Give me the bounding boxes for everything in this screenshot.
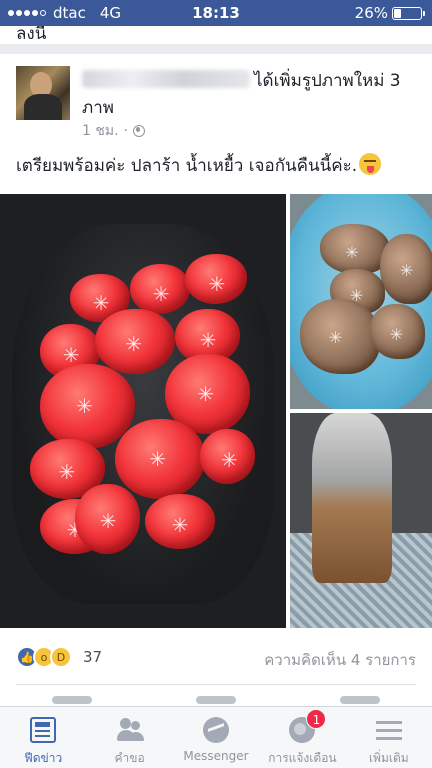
author-avatar[interactable] bbox=[16, 66, 70, 120]
tab-messenger-label: Messenger bbox=[183, 749, 249, 763]
comment-count[interactable]: ความคิดเห็น 4 รายการ bbox=[264, 648, 416, 672]
previous-post-tail: ลงนี bbox=[0, 26, 432, 44]
tab-messenger[interactable]: Messenger bbox=[173, 707, 259, 768]
photo-grid bbox=[0, 194, 432, 628]
post-time[interactable]: 1 ชม. bbox=[82, 120, 119, 142]
tab-friend-requests-label: คำขอ bbox=[114, 751, 145, 765]
author-name-blurred[interactable] bbox=[82, 70, 250, 88]
comment-action[interactable] bbox=[196, 696, 236, 704]
friends-icon bbox=[116, 717, 143, 743]
post-card: ได้เพิ่มรูปภาพใหม่ 3 ภาพ 1 ชม. · เตรียมพ… bbox=[0, 54, 432, 706]
post-meta: 1 ชม. · bbox=[82, 120, 145, 142]
notification-badge: 1 bbox=[306, 709, 327, 729]
photo-bucket-bags[interactable] bbox=[290, 194, 432, 409]
tab-more-label: เพิ่มเติม bbox=[368, 751, 409, 765]
reaction-count: 37 bbox=[83, 648, 103, 666]
haha-reaction-icon: D bbox=[50, 646, 72, 668]
menu-icon bbox=[375, 717, 402, 743]
photo-clear-bag[interactable] bbox=[290, 413, 432, 628]
status-bar: dtac 4G 18:13 26% bbox=[0, 0, 432, 26]
like-action[interactable] bbox=[52, 696, 92, 704]
news-feed-icon bbox=[30, 717, 57, 743]
post-text-content: เตรียมพร้อมค่ะ ปลาร้า น้ำเหยื้ว เจอกันคื… bbox=[16, 156, 358, 176]
photo-red-bags[interactable] bbox=[0, 194, 286, 628]
battery-percent: 26% bbox=[354, 4, 388, 22]
tab-more[interactable]: เพิ่มเติม bbox=[346, 707, 432, 768]
messenger-icon bbox=[203, 717, 230, 743]
share-action[interactable] bbox=[340, 696, 380, 704]
post-action-text: ได้เพิ่มรูปภาพใหม่ 3 bbox=[254, 71, 401, 91]
reaction-summary[interactable]: 👍 o D 37 bbox=[16, 646, 102, 668]
tab-news-feed[interactable]: ฟีดข่าว bbox=[0, 707, 86, 768]
post-actions-partial bbox=[0, 690, 432, 706]
tab-friend-requests[interactable]: คำขอ bbox=[86, 707, 172, 768]
tab-news-feed-label: ฟีดข่าว bbox=[24, 751, 63, 765]
battery-info: 26% bbox=[354, 4, 425, 22]
bottom-tab-bar: ฟีดข่าว คำขอ Messenger 1 การแจ้งเตือน เพ… bbox=[0, 706, 432, 768]
previous-post-text: ลงนี bbox=[16, 26, 47, 44]
tab-notifications-label: การแจ้งเตือน bbox=[268, 751, 337, 765]
battery-icon bbox=[392, 6, 425, 20]
public-globe-icon bbox=[133, 125, 145, 137]
post-text: เตรียมพร้อมค่ะ ปลาร้า น้ำเหยื้ว เจอกันคื… bbox=[16, 152, 382, 179]
tab-notifications[interactable]: 1 การแจ้งเตือน bbox=[259, 707, 345, 768]
tongue-emoji-icon bbox=[359, 153, 382, 175]
meta-separator: · bbox=[123, 123, 128, 139]
post-action-text-cont: ภาพ bbox=[82, 98, 114, 118]
